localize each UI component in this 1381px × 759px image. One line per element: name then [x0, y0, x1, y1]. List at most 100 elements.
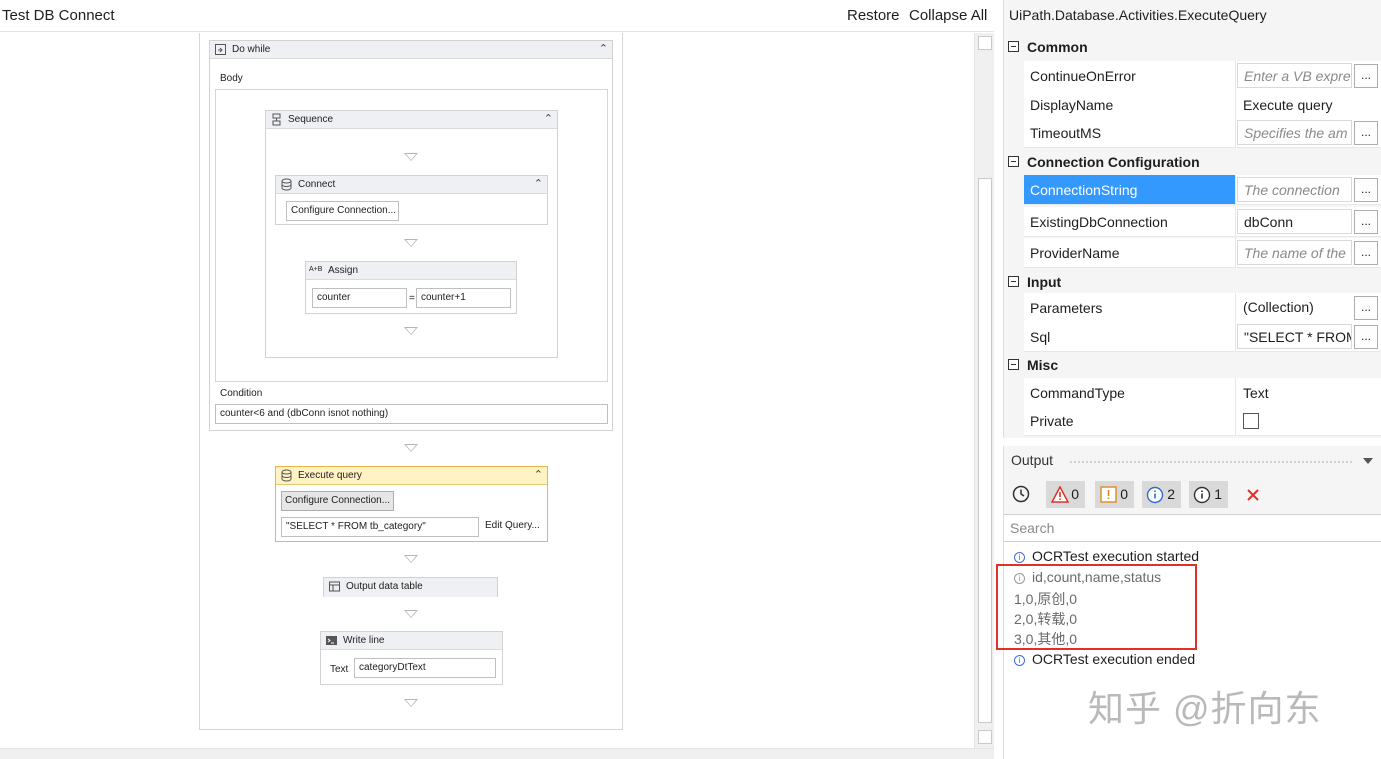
- sequence-activity[interactable]: Sequence ⌃: [265, 110, 558, 358]
- ellipsis-button[interactable]: ...: [1354, 64, 1378, 88]
- collapse-icon[interactable]: ⌃: [544, 112, 553, 125]
- trace-filter-button[interactable]: 1: [1189, 481, 1228, 508]
- collapse-category-icon[interactable]: [1008, 359, 1019, 370]
- category-label: Input: [1027, 274, 1062, 290]
- output-line: i OCRTest execution ended: [1014, 651, 1195, 667]
- collapse-category-icon[interactable]: [1008, 276, 1019, 287]
- condition-field[interactable]: counter<6 and (dbConn isnot nothing): [215, 404, 608, 424]
- ellipsis-button[interactable]: ...: [1354, 325, 1378, 349]
- drop-arrow-icon: [404, 153, 418, 161]
- prop-row-timeoutms[interactable]: TimeoutMS Specifies the am ...: [1024, 118, 1381, 148]
- prop-row-providername[interactable]: ProviderName The name of the ...: [1024, 238, 1381, 268]
- collapse-all-button[interactable]: Collapse All: [909, 7, 987, 24]
- panel-grip[interactable]: [1069, 460, 1354, 464]
- output-data-table-title: Output data table: [346, 581, 423, 592]
- category-input[interactable]: Input: [1004, 271, 1381, 295]
- chevron-down-icon[interactable]: [1363, 458, 1373, 464]
- category-common[interactable]: Common: [1004, 36, 1381, 60]
- execute-query-header[interactable]: Execute query ⌃: [276, 467, 547, 485]
- prop-value-input[interactable]: The connection: [1237, 177, 1352, 202]
- write-line-header[interactable]: Write line: [321, 632, 502, 650]
- errors-filter-button[interactable]: 0: [1046, 481, 1085, 508]
- restore-button[interactable]: Restore: [847, 7, 900, 24]
- execute-query-activity[interactable]: Execute query ⌃ Configure Connection... …: [275, 466, 548, 542]
- prop-value-input[interactable]: Execute query: [1237, 92, 1377, 117]
- prop-row-continueonerror[interactable]: ContinueOnError Enter a VB expre ...: [1024, 61, 1381, 91]
- write-line-text-field[interactable]: categoryDtText: [354, 658, 496, 678]
- prop-row-displayname[interactable]: DisplayName Execute query: [1024, 90, 1381, 120]
- vertical-scrollbar[interactable]: [974, 33, 994, 748]
- sequence-header[interactable]: Sequence ⌃: [266, 111, 557, 129]
- scroll-down-icon[interactable]: [978, 730, 992, 744]
- prop-value-input[interactable]: Enter a VB expre: [1237, 63, 1352, 88]
- ellipsis-button[interactable]: ...: [1354, 210, 1378, 234]
- category-label: Connection Configuration: [1027, 154, 1200, 170]
- write-line-activity[interactable]: Write line Text categoryDtText: [320, 631, 503, 685]
- ellipsis-button[interactable]: ...: [1354, 178, 1378, 202]
- prop-value-input[interactable]: The name of the: [1237, 240, 1352, 265]
- clear-icon[interactable]: [1246, 488, 1260, 502]
- prop-value-input[interactable]: "SELECT * FROM: [1237, 324, 1352, 349]
- collapse-icon[interactable]: ⌃: [534, 468, 543, 481]
- warning-icon: [1100, 486, 1117, 503]
- sequence-title: Sequence: [288, 114, 334, 125]
- database-icon: [281, 469, 292, 482]
- prop-row-commandtype[interactable]: CommandType Text: [1024, 378, 1381, 408]
- collapse-category-icon[interactable]: [1008, 41, 1019, 52]
- prop-row-parameters[interactable]: Parameters (Collection) ...: [1024, 293, 1381, 323]
- private-checkbox[interactable]: [1243, 413, 1259, 429]
- configure-connection-button[interactable]: Configure Connection...: [286, 201, 399, 221]
- console-icon: [326, 636, 337, 645]
- output-line-text: OCRTest execution started: [1032, 548, 1200, 564]
- connect-activity[interactable]: Connect ⌃ Configure Connection...: [275, 175, 548, 225]
- collapse-category-icon[interactable]: [1008, 156, 1019, 167]
- condition-label: Condition: [220, 388, 263, 399]
- assign-header[interactable]: A+B Assign: [306, 262, 516, 280]
- do-while-title: Do while: [232, 44, 271, 55]
- prop-value-dropdown[interactable]: Text: [1237, 380, 1352, 405]
- prop-name: TimeoutMS: [1024, 118, 1236, 147]
- info-icon: i: [1014, 552, 1025, 563]
- prop-row-private[interactable]: Private: [1024, 406, 1381, 436]
- category-misc[interactable]: Misc: [1004, 354, 1381, 378]
- workflow-designer: Test DB Connect Restore Collapse All Do …: [0, 0, 994, 759]
- scrollbar-thumb[interactable]: [978, 178, 992, 723]
- loop-icon: [215, 44, 226, 55]
- horizontal-scrollbar[interactable]: [0, 748, 994, 759]
- clock-icon[interactable]: [1012, 485, 1030, 503]
- warnings-filter-button[interactable]: 0: [1095, 481, 1134, 508]
- database-icon: [281, 178, 292, 191]
- prop-name: Sql: [1024, 322, 1236, 351]
- edit-query-button[interactable]: Edit Query...: [481, 517, 543, 537]
- output-line: i OCRTest execution started: [1014, 548, 1199, 564]
- prop-value-input[interactable]: Specifies the am: [1237, 120, 1352, 145]
- info-count: 2: [1167, 486, 1175, 502]
- scroll-up-icon[interactable]: [978, 36, 992, 50]
- prop-row-sql[interactable]: Sql "SELECT * FROM ...: [1024, 322, 1381, 352]
- annotation-highlight-box: [996, 564, 1197, 650]
- assign-to-field[interactable]: counter: [312, 288, 407, 308]
- ellipsis-button[interactable]: ...: [1354, 296, 1378, 320]
- assign-activity[interactable]: A+B Assign counter = counter+1: [305, 261, 517, 314]
- output-search-input[interactable]: Search: [1004, 514, 1381, 542]
- drop-arrow-icon: [404, 239, 418, 247]
- sql-query-field[interactable]: "SELECT * FROM tb_category": [281, 517, 479, 537]
- prop-row-connectionstring[interactable]: ConnectionString The connection ...: [1024, 175, 1381, 205]
- assign-value-field[interactable]: counter+1: [416, 288, 511, 308]
- ellipsis-button[interactable]: ...: [1354, 121, 1378, 145]
- collapse-icon[interactable]: ⌃: [599, 42, 608, 55]
- connect-header[interactable]: Connect ⌃: [276, 176, 547, 194]
- collapse-icon[interactable]: ⌃: [534, 177, 543, 190]
- ellipsis-button[interactable]: ...: [1354, 241, 1378, 265]
- do-while-header[interactable]: Do while ⌃: [210, 41, 612, 59]
- prop-row-existingdbconnection[interactable]: ExistingDbConnection dbConn ...: [1024, 207, 1381, 237]
- configure-connection-button[interactable]: Configure Connection...: [281, 491, 394, 511]
- assign-title: Assign: [328, 265, 359, 276]
- prop-value-input[interactable]: dbConn: [1237, 209, 1352, 234]
- info-filter-button[interactable]: 2: [1142, 481, 1181, 508]
- prop-value-input[interactable]: (Collection): [1237, 295, 1352, 320]
- output-data-table-activity[interactable]: Output data table: [323, 577, 498, 597]
- category-connection-configuration[interactable]: Connection Configuration: [1004, 151, 1381, 175]
- output-data-table-header[interactable]: Output data table: [324, 578, 497, 597]
- trace-count: 1: [1214, 486, 1222, 502]
